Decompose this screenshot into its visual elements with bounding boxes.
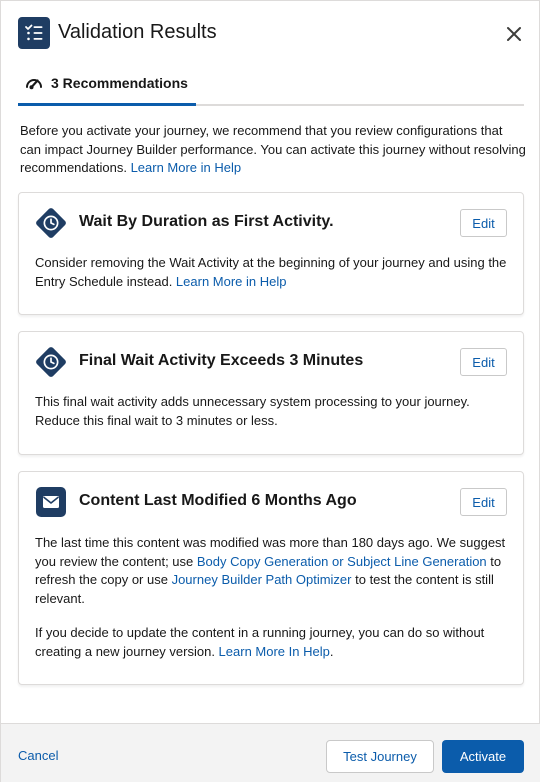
card-title: Wait By Duration as First Activity. (79, 213, 334, 230)
email-icon (33, 484, 69, 520)
card-body-paragraph: The last time this content was modified … (35, 534, 511, 608)
learn-more-link[interactable]: Learn More in Help (176, 274, 287, 289)
clock-icon (33, 205, 69, 241)
learn-more-link[interactable]: Learn More in Help (131, 160, 242, 175)
modal-header: Validation Results (1, 1, 540, 63)
card-body: Consider removing the Wait Activity at t… (35, 254, 511, 291)
gauge-icon (25, 75, 43, 91)
intro-body: Before you activate your journey, we rec… (20, 123, 526, 175)
close-icon (507, 27, 521, 41)
intro-text: Before you activate your journey, we rec… (20, 122, 526, 178)
close-button[interactable] (501, 21, 527, 47)
tab-label: 3 Recommendations (51, 75, 188, 91)
card-body: This final wait activity adds unnecessar… (35, 394, 470, 428)
validation-results-modal: Validation Results 3 Recommendations Bef… (0, 0, 540, 782)
edit-button[interactable]: Edit (460, 209, 507, 237)
cancel-button[interactable]: Cancel (18, 748, 58, 763)
card-body-paragraph: If you decide to update the content in a… (35, 624, 511, 661)
recommendation-card: Content Last Modified 6 Months Ago Edit … (18, 471, 524, 685)
body-copy-generation-link[interactable]: Body Copy Generation or Subject Line Gen… (197, 554, 487, 569)
card-title: Content Last Modified 6 Months Ago (79, 492, 357, 509)
card-title: Final Wait Activity Exceeds 3 Minutes (79, 352, 364, 369)
edit-button[interactable]: Edit (460, 348, 507, 376)
path-optimizer-link[interactable]: Journey Builder Path Optimizer (172, 572, 352, 587)
tab-bar: 3 Recommendations (18, 63, 524, 106)
tab-recommendations[interactable]: 3 Recommendations (18, 63, 196, 106)
learn-more-link[interactable]: Learn More In Help (219, 644, 330, 659)
recommendation-card: Final Wait Activity Exceeds 3 Minutes Ed… (18, 331, 524, 455)
card-body-text: . (329, 643, 334, 659)
checklist-icon (18, 17, 50, 49)
test-journey-button[interactable]: Test Journey (326, 740, 434, 773)
modal-title: Validation Results (58, 21, 217, 43)
modal-footer: Cancel Test Journey Activate (1, 723, 540, 782)
recommendation-card: Wait By Duration as First Activity. Edit… (18, 192, 524, 315)
activate-button[interactable]: Activate (442, 740, 524, 773)
clock-icon (33, 344, 69, 380)
edit-button[interactable]: Edit (460, 488, 507, 516)
